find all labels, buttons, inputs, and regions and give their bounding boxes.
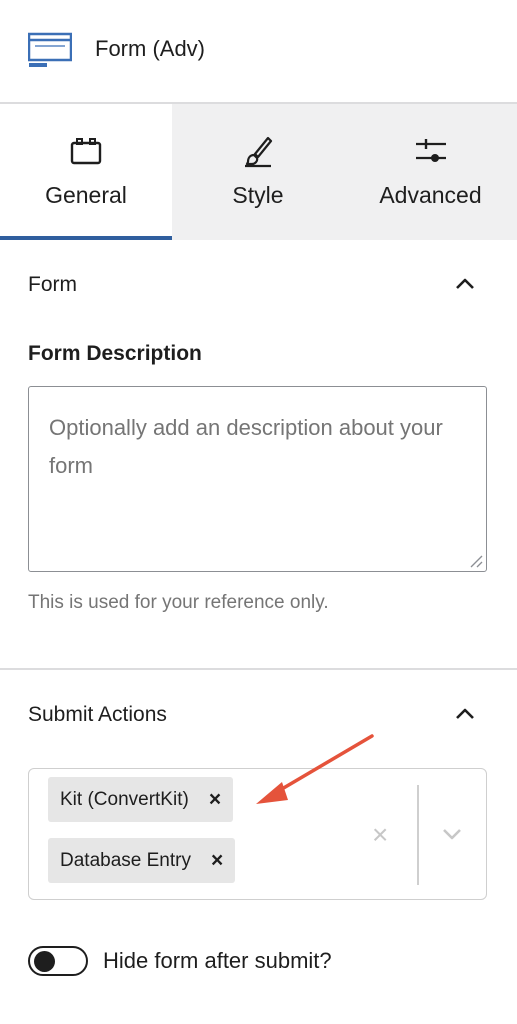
panel-header: Form (Adv) <box>0 0 517 102</box>
section-divider <box>0 668 517 670</box>
action-chip: Kit (ConvertKit) × <box>48 777 234 822</box>
submit-actions-title[interactable]: Submit Actions <box>28 703 167 727</box>
action-chip-label: Kit (ConvertKit) <box>60 788 189 810</box>
form-description-wrap <box>28 386 487 572</box>
toggle-knob <box>34 951 55 972</box>
form-section-title[interactable]: Form <box>28 273 77 297</box>
form-description-input[interactable] <box>29 387 486 571</box>
general-icon <box>70 138 102 165</box>
action-chip-label: Database Entry <box>60 849 191 871</box>
chevron-down-icon[interactable] <box>441 827 463 841</box>
chevron-up-icon[interactable] <box>454 276 476 290</box>
sliders-icon <box>415 139 446 162</box>
chevron-up-icon[interactable] <box>454 706 476 720</box>
tab-general-label: General <box>45 182 127 208</box>
form-block-icon <box>28 32 72 67</box>
remove-chip-icon[interactable]: × <box>211 850 223 871</box>
hide-form-label: Hide form after submit? <box>103 948 332 973</box>
block-title: Form (Adv) <box>95 36 205 61</box>
action-chip: Database Entry × <box>48 838 236 883</box>
submit-actions-select[interactable]: Kit (ConvertKit) × Database Entry × × <box>28 768 487 900</box>
form-description-help: This is used for your reference only. <box>28 592 329 613</box>
inspector-tabs: General Style Advanced <box>0 104 517 240</box>
tab-advanced-label: Advanced <box>379 182 482 208</box>
tab-style[interactable]: Style <box>172 104 344 240</box>
tab-general[interactable]: General <box>0 104 172 240</box>
clear-all-icon[interactable]: × <box>372 821 388 849</box>
select-separator <box>417 785 419 885</box>
tab-advanced[interactable]: Advanced <box>344 104 517 240</box>
resize-handle-icon[interactable] <box>469 554 483 568</box>
form-description-label: Form Description <box>28 342 202 365</box>
hide-form-toggle[interactable] <box>28 946 88 976</box>
brush-icon <box>245 136 273 168</box>
tab-style-label: Style <box>232 182 284 208</box>
remove-chip-icon[interactable]: × <box>209 789 221 810</box>
